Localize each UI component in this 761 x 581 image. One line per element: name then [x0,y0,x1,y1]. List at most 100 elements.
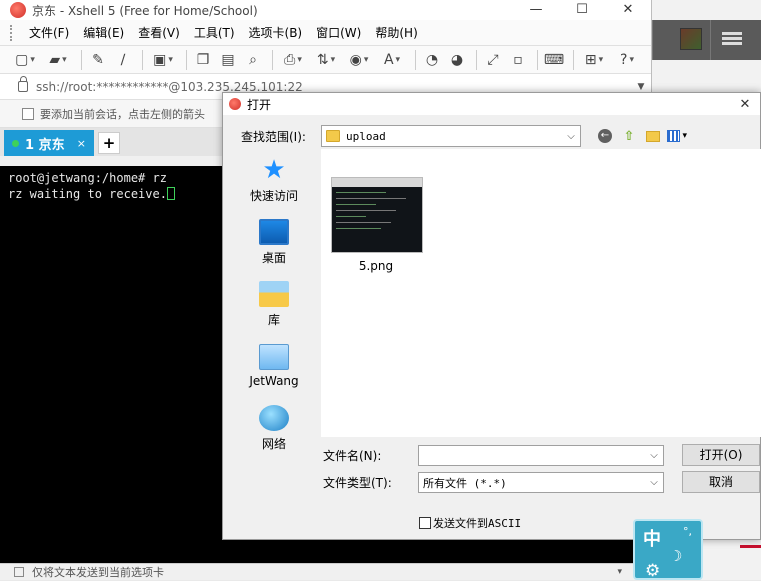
find-icon[interactable]: ⌕ [242,49,264,71]
session-hint-text: 要添加当前会话，点击左侧的箭头 [40,107,205,121]
menu-window[interactable]: 窗口(W) [309,20,368,46]
filetype-select[interactable]: 所有文件 (*.*) ⌵ [418,472,664,493]
compose-bar: 仅将文本发送到当前选项卡 ▾ [0,563,652,580]
look-in-value: upload [346,129,386,143]
send-icon[interactable] [14,567,24,577]
open-folder-icon[interactable]: ▰ [43,49,73,71]
font-icon[interactable]: A [377,49,407,71]
dialog-title-bar: 打开 ✕ [223,93,760,115]
place-quick-access[interactable]: ★ 快速访问 [229,149,319,211]
place-label: 快速访问 [249,188,298,203]
help-icon[interactable]: ? [612,49,642,71]
close-button[interactable]: ✕ [605,0,651,20]
filename-input[interactable]: ⌵ [418,445,664,466]
properties-icon[interactable]: ▣ [148,49,178,71]
place-label: 库 [267,312,280,327]
paste-icon[interactable]: ▤ [217,49,239,71]
up-arrow-icon: ⇧ [623,128,635,144]
new-folder-button[interactable] [643,126,663,146]
avatar[interactable] [680,28,702,50]
tab-close-icon[interactable]: × [77,137,86,150]
moon-icon[interactable]: ☽ [669,547,682,565]
place-label: 桌面 [261,250,286,265]
dialog-close-button[interactable]: ✕ [730,97,760,112]
place-library[interactable]: 库 [229,273,319,335]
add-tab-button[interactable]: + [98,132,120,154]
look-in-select[interactable]: upload ⌵ [321,125,581,147]
file-item[interactable]: 5.png [331,177,423,273]
ascii-label: 发送文件到ASCII [433,517,522,530]
chevron-down-icon: ⌵ [650,450,658,461]
compose-hint: 仅将文本发送到当前选项卡 [32,566,164,579]
chevron-down-icon: ⌵ [567,130,575,142]
places-sidebar: ★ 快速访问 桌面 库 JetWang 网络 [229,149,319,451]
up-folder-button[interactable]: ⇧ [619,126,639,146]
open-button[interactable]: 打开(O) [682,444,760,466]
lock-icon [18,76,28,92]
address-dropdown-icon[interactable]: ▼ [631,82,651,92]
view-icon [667,130,681,142]
filename-label: 文件名(N): [323,449,382,463]
copy-icon[interactable]: ❐ [192,49,214,71]
view-menu-button[interactable]: ▾ [667,126,687,146]
ime-widget[interactable]: 中 °, ☽ ⚙ [633,519,703,581]
xftp-icon[interactable]: ◔ [421,49,443,71]
dialog-nav-buttons: ← ⇧ ▾ [595,126,691,146]
print-icon[interactable]: ⎙ [278,49,308,71]
ime-punctuation-icon[interactable]: °, [683,525,692,538]
dialog-app-icon [229,98,241,110]
back-button[interactable]: ← [595,126,615,146]
dialog-title: 打开 [247,97,272,112]
xmanager-icon[interactable]: ◕ [446,49,468,71]
look-in-row: 查找范围(I): upload ⌵ ← ⇧ ▾ [241,125,691,147]
desktop-icon [259,218,289,245]
minimize-button[interactable]: — [513,0,559,20]
globe-icon[interactable]: ◉ [344,49,374,71]
place-computer[interactable]: JetWang [229,335,319,397]
menu-file[interactable]: 文件(F) [22,20,76,46]
add-session-arrow-icon[interactable] [22,107,34,120]
place-desktop[interactable]: 桌面 [229,211,319,273]
connected-status-icon [12,139,19,147]
menu-edit[interactable]: 编辑(E) [76,20,131,46]
place-network[interactable]: 网络 [229,397,319,459]
filetype-label: 文件类型(T): [323,476,392,490]
cancel-button[interactable]: 取消 [682,471,760,493]
menu-tabs[interactable]: 选项卡(B) [242,20,310,46]
connect-icon[interactable]: ✎ [87,49,109,71]
library-icon [259,280,289,307]
ascii-option: 发送文件到ASCII [419,515,521,531]
menu-help[interactable]: 帮助(H) [368,20,424,46]
file-list[interactable]: 5.png [321,149,761,437]
folder-icon [326,130,340,142]
ascii-checkbox[interactable] [419,517,431,529]
lock-icon[interactable]: ▫ [507,49,529,71]
fullscreen-icon[interactable]: ⤢ [482,49,504,71]
menu-tools[interactable]: 工具(T) [187,20,242,46]
back-arrow-icon: ← [598,129,612,143]
file-name: 5.png [358,259,394,273]
keyboard-icon[interactable]: ⌨ [543,49,565,71]
new-folder-icon [646,130,660,142]
look-in-label: 查找范围(I): [241,129,306,144]
image-thumbnail [331,177,423,253]
menu-view[interactable]: 查看(V) [131,20,187,46]
terminal-cursor [166,187,175,200]
maximize-button[interactable]: ☐ [559,0,605,20]
window-title: 京东 - Xshell 5 (Free for Home/School) [32,3,258,18]
filename-row: 文件名(N): ⌵ [323,445,664,466]
gear-icon[interactable]: ⚙ [645,561,660,581]
new-session-icon[interactable]: ▢ [10,49,40,71]
new-tab-icon[interactable]: ⊞ [579,49,609,71]
tab-jingdong[interactable]: 1 京东 × [4,130,94,156]
place-label: 网络 [261,436,286,451]
menu-bar: 文件(F) 编辑(E) 查看(V) 工具(T) 选项卡(B) 窗口(W) 帮助(… [0,20,651,46]
disconnect-icon[interactable]: ∕ [112,49,134,71]
ime-language-toggle[interactable]: 中 [643,525,661,551]
open-file-dialog: 打开 ✕ 查找范围(I): upload ⌵ ← ⇧ ▾ ★ 快速访问 桌面 库 [222,92,761,540]
compose-dropdown-icon[interactable]: ▾ [617,567,622,577]
xshell-logo-icon [10,2,26,18]
computer-icon [259,344,289,370]
hamburger-menu-icon[interactable] [722,30,742,48]
transfer-icon[interactable]: ⇅ [311,49,341,71]
